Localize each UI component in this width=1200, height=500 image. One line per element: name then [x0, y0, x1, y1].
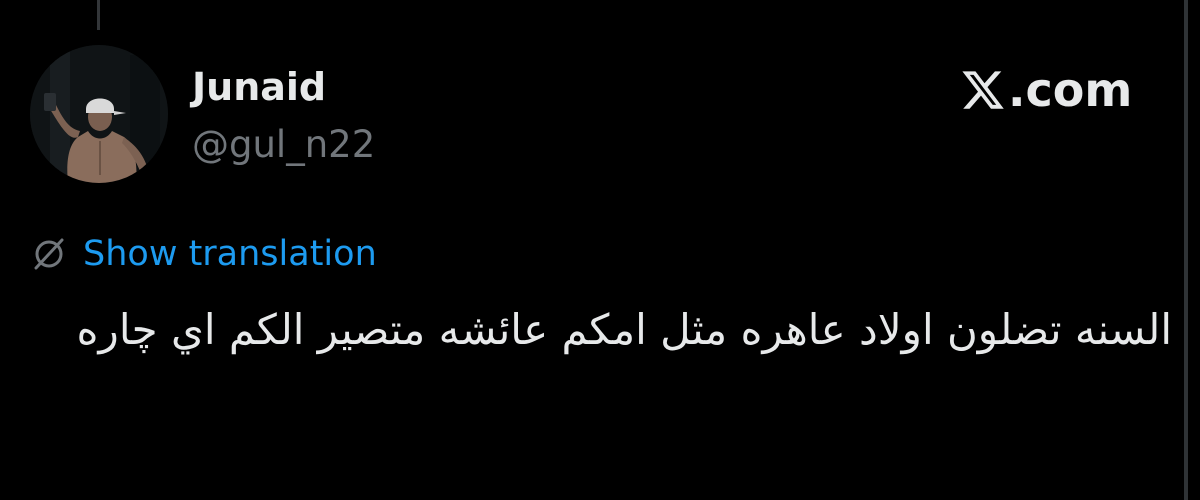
show-translation-row[interactable]: Show translation	[30, 228, 377, 280]
brand-domain-text: .com	[1008, 63, 1133, 117]
author-handle[interactable]: @gul_n22	[192, 123, 375, 167]
author-display-name[interactable]: Junaid	[192, 65, 326, 110]
tweet-text: السنه تضلون اولاد عاهره مثل امكم عائشه م…	[76, 305, 1172, 354]
show-translation-link[interactable]: Show translation	[83, 236, 377, 272]
globe-icon	[34, 238, 64, 270]
thread-connector-line	[97, 0, 100, 30]
avatar-photo	[30, 45, 168, 183]
x-logo-icon	[962, 71, 1004, 109]
x-brand-watermark: .com	[960, 60, 1132, 120]
avatar[interactable]	[30, 45, 168, 183]
timeline-border	[1184, 0, 1188, 500]
